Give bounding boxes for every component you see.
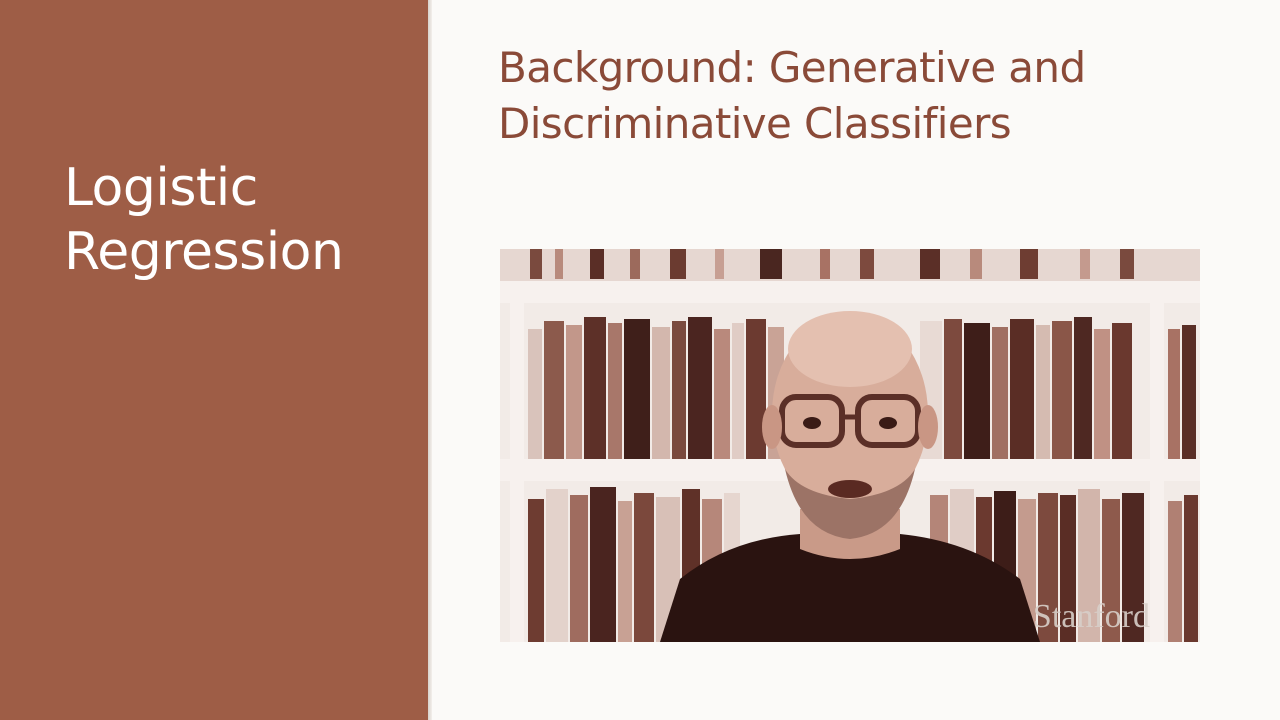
section-panel: Logistic Regression: [0, 0, 428, 720]
section-title: Logistic Regression: [64, 156, 404, 284]
panel-divider: [428, 0, 432, 720]
section-title-line1: Logistic: [64, 158, 258, 218]
slide-title: Background: Generative and Discriminativ…: [498, 40, 1198, 152]
slide: Logistic Regression Background: Generati…: [0, 0, 1280, 720]
slide-title-line1: Background: Generative and: [498, 43, 1086, 92]
video-watermark: Stanford: [1032, 598, 1150, 635]
speaker-video-image: [500, 249, 1200, 642]
top-shelf-books: [500, 249, 1200, 281]
speaker-video: Stanford: [500, 249, 1200, 642]
slide-title-line2: Discriminative Classifiers: [498, 99, 1012, 148]
shelf-board: [500, 281, 1200, 303]
section-title-line2: Regression: [64, 222, 344, 282]
